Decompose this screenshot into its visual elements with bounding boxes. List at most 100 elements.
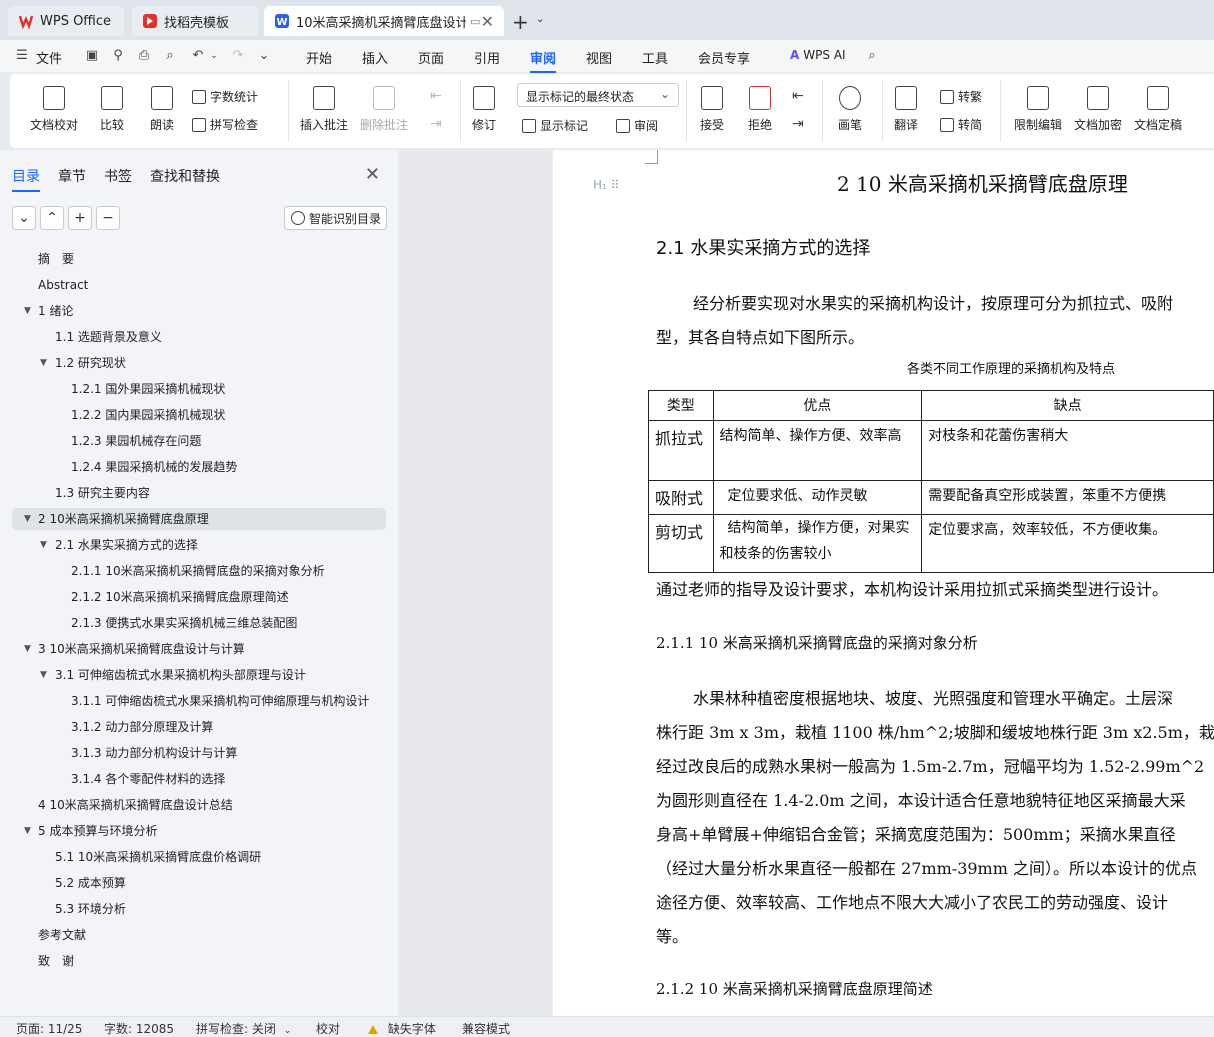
finalize-button[interactable]: 文档定稿 — [1134, 86, 1182, 133]
paragraph-line[interactable]: 型，其各自特点如下图所示。 — [656, 324, 864, 348]
expand-arrow-icon[interactable]: ▼ — [24, 638, 31, 660]
spell-check-button[interactable]: 拼写检查 — [192, 116, 258, 133]
to-traditional-button[interactable]: 转繁 — [940, 88, 982, 105]
nav-tab-sections[interactable]: 章节 — [58, 166, 86, 192]
table-header-cell[interactable]: 缺点 — [921, 390, 1214, 421]
toc-item[interactable]: 摘 要 — [0, 248, 398, 270]
share-icon[interactable]: ⚲ — [110, 48, 126, 64]
expand-level-button[interactable]: ⌃ — [40, 206, 64, 230]
toc-item[interactable]: ▼ 2 10米高采摘机采摘臂底盘原理 — [12, 508, 386, 530]
paragraph-line[interactable]: 株行距 3m x 3m，栽植 1100 株/hm^2;坡脚和缓坡地株行距 3m … — [656, 719, 1214, 743]
expand-arrow-icon[interactable]: ▼ — [24, 820, 31, 842]
toc-item[interactable]: 1.3 研究主要内容 — [0, 482, 398, 504]
expand-arrow-icon[interactable]: ▼ — [40, 534, 47, 556]
menu-page[interactable]: 页面 — [418, 48, 444, 67]
toc-item[interactable]: Abstract — [0, 274, 398, 296]
toc-item[interactable]: 3.1.2 动力部分原理及计算 — [0, 716, 398, 738]
paragraph-line[interactable]: 经过改良后的成熟水果树一般高为 1.5m-2.7m，冠幅平均为 1.52-2.9… — [656, 753, 1204, 777]
insert-comment-button[interactable]: 插入批注 — [300, 86, 348, 133]
menu-insert[interactable]: 插入 — [362, 48, 388, 67]
save-icon[interactable]: ▣ — [84, 48, 100, 64]
expand-arrow-icon[interactable]: ▼ — [40, 352, 47, 374]
menu-member[interactable]: 会员专享 — [698, 48, 750, 67]
encrypt-button[interactable]: 文档加密 — [1074, 86, 1122, 133]
paragraph-line[interactable]: （经过大量分析水果直径一般都在 27mm-39mm 之间）。所以本设计的优点 — [656, 855, 1197, 879]
new-tab-icon[interactable]: + — [512, 10, 529, 34]
toc-item[interactable]: ▼ 3 10米高采摘机采摘臂底盘设计与计算 — [0, 638, 398, 660]
prev-change-icon[interactable]: ⇤ — [792, 88, 804, 104]
toc-item[interactable]: 1.2.4 果园采摘机械的发展趋势 — [0, 456, 398, 478]
close-tab-icon[interactable]: ✕ — [481, 12, 494, 31]
review-pane-button[interactable]: 审阅 — [616, 117, 658, 134]
table-cell[interactable]: 定位要求低、动作灵敏 — [712, 480, 923, 515]
expand-arrow-icon[interactable]: ▼ — [24, 300, 31, 322]
delete-comment-button[interactable]: 删除批注 — [360, 86, 408, 133]
menu-references[interactable]: 引用 — [474, 48, 500, 67]
paragraph-line[interactable]: 为圆形则直径在 1.4-2.0m 之间，本设计适合任意地貌特征地区采摘最大采 — [656, 787, 1186, 811]
translate-button[interactable]: 翻译 — [894, 86, 918, 133]
menu-tools[interactable]: 工具 — [642, 48, 668, 67]
close-icon[interactable]: ✕ — [365, 164, 380, 185]
tab-document[interactable]: W 10米高采摘机采摘臂底盘设计 ▭ ✕ — [264, 6, 504, 36]
toc-item[interactable]: 1.2.2 国内果园采摘机械现状 — [0, 404, 398, 426]
table-cell[interactable]: 定位要求高，效率较低，不方便收集。 — [921, 514, 1214, 573]
table-cell[interactable]: 抓拉式 — [648, 420, 714, 481]
toc-item[interactable]: 5.1 10米高采摘机采摘臂底盘价格调研 — [0, 846, 398, 868]
menu-home[interactable]: 开始 — [306, 48, 332, 67]
toc-item[interactable]: 3.1.3 动力部分机构设计与计算 — [0, 742, 398, 764]
toc-item[interactable]: 3.1.4 各个零配件材料的选择 — [0, 768, 398, 790]
toc-item[interactable]: 1.1 选题背景及意义 — [0, 326, 398, 348]
remove-heading-button[interactable]: − — [96, 206, 120, 230]
more-chevron-icon[interactable]: ⌄ — [256, 48, 272, 64]
toc-item[interactable]: 2.1.3 便携式水果实采摘机械三维总装配图 — [0, 612, 398, 634]
table-cell[interactable]: 结构简单、操作方便、效率高 — [712, 420, 923, 481]
compare-button[interactable]: 比较 — [100, 86, 124, 133]
paragraph-line[interactable]: 途径方便、效率较高、工作地点不限大大减小了农民工的劳动强度、设计 — [656, 889, 1168, 913]
missing-font-status[interactable]: 缺失字体 — [368, 1020, 436, 1037]
word-count-indicator[interactable]: 字数: 12085 — [104, 1020, 174, 1037]
subsection-heading[interactable]: 2.1.1 10 米高采摘机采摘臂底盘的采摘对象分析 — [656, 632, 978, 653]
next-change-icon[interactable]: ⇥ — [792, 116, 804, 132]
menu-review[interactable]: 审阅 — [530, 48, 557, 73]
toc-item[interactable]: ▼ 5 成本预算与环境分析 — [0, 820, 398, 842]
display-state-select[interactable]: 显示标记的最终状态 ⌄ — [517, 83, 679, 107]
table-header-cell[interactable]: 优点 — [712, 390, 923, 421]
toc-item[interactable]: ▼ 3.1 可伸缩齿梳式水果采摘机构头部原理与设计 — [0, 664, 398, 686]
menu-view[interactable]: 视图 — [586, 48, 612, 67]
accept-button[interactable]: 接受 — [700, 86, 724, 133]
table-header-cell[interactable]: 类型 — [648, 390, 714, 421]
print-icon[interactable]: ⎙ — [136, 48, 152, 64]
read-aloud-button[interactable]: 朗读 — [150, 86, 174, 133]
chapter-heading[interactable]: 2 10 米高采摘机采摘臂底盘原理 — [837, 168, 1128, 197]
chevron-down-icon[interactable]: ⌄ — [206, 48, 222, 64]
chevron-down-icon[interactable]: ⌄ — [536, 14, 544, 25]
table-cell[interactable]: 对枝条和花蕾伤害稍大 — [921, 420, 1214, 481]
tab-docer[interactable]: 找稻壳模板 — [132, 6, 258, 36]
toc-item[interactable]: ▼ 2.1 水果实采摘方式的选择 — [0, 534, 398, 556]
toc-item[interactable]: 2.1.1 10米高采摘机采摘臂底盘的采摘对象分析 — [0, 560, 398, 582]
paragraph-line[interactable]: 等。 — [656, 923, 688, 947]
toc-item[interactable]: 1.2.1 国外果园采摘机械现状 — [0, 378, 398, 400]
print-preview-icon[interactable]: ⌕ — [162, 48, 178, 64]
track-changes-button[interactable]: 修订 — [472, 86, 496, 133]
nav-tab-find-replace[interactable]: 查找和替换 — [150, 166, 220, 192]
table-caption[interactable]: 各类不同工作原理的采摘机构及特点 — [907, 358, 1115, 377]
to-simplified-button[interactable]: 转简 — [940, 116, 982, 133]
paragraph-line[interactable]: 经分析要实现对水果实的采摘机构设计，按原理可分为抓拉式、吸附 — [693, 290, 1173, 314]
subsection-heading[interactable]: 2.1.2 10 米高采摘机采摘臂底盘原理简述 — [656, 978, 933, 999]
toc-item[interactable]: 1.2.3 果园机械存在问题 — [0, 430, 398, 452]
toc-item[interactable]: 4 10米高采摘机采摘臂底盘设计总结 — [0, 794, 398, 816]
undo-icon[interactable]: ↶ — [190, 48, 206, 64]
redo-icon[interactable]: ↷ — [230, 48, 246, 64]
paragraph-line[interactable]: 身高+单臂展+伸缩铝合金管；采摘宽度范围为：500mm；采摘水果直径 — [656, 821, 1176, 845]
spell-check-status[interactable]: 拼写检查: 关闭 ⌄ — [196, 1020, 291, 1037]
collapse-all-button[interactable]: ⌄ — [12, 206, 36, 230]
table-cell[interactable]: 结构简单，操作方便，对果实 和枝条的伤害较小 — [712, 514, 923, 573]
proof-status[interactable]: 校对 — [316, 1020, 340, 1037]
heading-drag-handle-icon[interactable]: H₁ ⠿ — [593, 178, 619, 192]
word-count-button[interactable]: 字数统计 — [192, 88, 258, 105]
smart-toc-button[interactable]: 智能识别目录 — [284, 206, 387, 230]
toc-item[interactable]: 5.3 环境分析 — [0, 898, 398, 920]
paragraph-line[interactable]: 水果林种植密度根据地块、坡度、光照强度和管理水平确定。土层深 — [693, 685, 1173, 709]
section-heading[interactable]: 2.1 水果实采摘方式的选择 — [656, 234, 870, 260]
